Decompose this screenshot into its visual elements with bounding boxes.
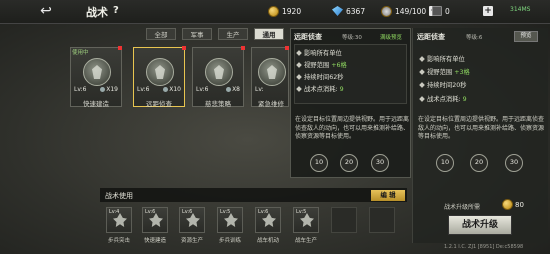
add-resource: + — [483, 4, 493, 18]
popup-tactic-name: 远距侦查 — [294, 33, 322, 41]
card-label: 快速建造 — [83, 100, 109, 108]
level-circle: 20 — [340, 154, 358, 172]
card-level: Lv: — [255, 86, 264, 93]
red-dot-icon — [118, 46, 122, 50]
empty-tactic-slot[interactable] — [331, 207, 357, 233]
gold-value: 1920 — [282, 6, 302, 16]
page-title: 战术 — [86, 6, 108, 19]
detail-level: 等级:6 — [466, 35, 483, 41]
effect-item: 视野范围 +3格 — [419, 67, 470, 76]
tab-all[interactable]: 全部 — [146, 28, 176, 40]
effect-item: 影响所有单位 — [419, 54, 465, 63]
slot-label: 快速建造 — [143, 238, 166, 244]
level-circle: 10 — [310, 154, 328, 172]
popup-status: 满级预览 — [380, 35, 403, 41]
card-level: Lv:6 — [196, 86, 209, 93]
tactic-slot[interactable]: Lv:5 — [293, 207, 319, 233]
upgrade-cost-value: 80 — [515, 200, 524, 209]
build-info: 1.2.1 I.C. ZJ1 [8951] De:c58598 — [444, 244, 524, 250]
slot-label: 步兵训练 — [218, 238, 241, 244]
fuel-value: 149/100 — [395, 6, 427, 16]
tactic-slot[interactable]: Lv:6 — [255, 207, 281, 233]
build-icon — [149, 213, 163, 227]
popup-level: 等级:30 — [342, 35, 362, 41]
diamond-value: 6367 — [346, 6, 366, 16]
card-count: X8 — [226, 86, 240, 93]
tactic-slot[interactable]: Lv:6 — [179, 207, 205, 233]
slot-label: 步兵突击 — [107, 238, 130, 244]
resource-icon — [432, 6, 442, 16]
level-circle: 30 — [371, 154, 389, 172]
diamond-icon — [332, 6, 343, 16]
popup-description: 在设定目标位置周边提供视野。用于远距离侦查敌人的动向，也可以用来推测补给路、侦察… — [295, 116, 410, 140]
tactic-slot[interactable]: Lv:5 — [217, 207, 243, 233]
red-dot-icon — [241, 46, 245, 50]
card-label: 紧急维修 — [258, 100, 284, 108]
card-level: Lv:6 — [74, 86, 87, 93]
level-circle: 10 — [436, 154, 454, 172]
slot-label: 战车生产 — [294, 238, 317, 244]
effect-item: 持续时间20秒 — [419, 80, 467, 89]
effect-item: 持续时间62秒 — [296, 72, 344, 81]
red-dot-icon — [285, 46, 289, 50]
tactic-emblem-icon — [258, 58, 286, 86]
effect-item: 战术点消耗: 9 — [296, 84, 344, 93]
network-latency: 314MS — [510, 6, 531, 13]
effect-item: 视野范围 +6格 — [296, 60, 347, 69]
in-use-badge: 使用中 — [72, 50, 89, 56]
other-value: 0 — [445, 6, 450, 16]
infantry-icon — [113, 213, 127, 227]
preview-button[interactable]: 预览 — [514, 31, 538, 42]
tactic-slot[interactable]: Lv:4 — [106, 207, 132, 233]
level-circle: 30 — [505, 154, 523, 172]
tactic-slot[interactable]: Lv:6 — [142, 207, 168, 233]
tab-general[interactable]: 通用 — [254, 28, 284, 40]
card-label: 远距侦查 — [146, 100, 172, 108]
diamond-resource: 6367 — [332, 4, 365, 18]
tank-production-icon — [300, 213, 314, 227]
fuel-icon — [381, 5, 392, 17]
upgrade-tactic-button[interactable]: 战术升级 — [448, 215, 512, 235]
effect-item: 影响所有单位 — [296, 48, 342, 57]
empty-tactic-slot[interactable] — [369, 207, 395, 233]
fuel-resource: 149/100 + — [381, 4, 440, 18]
level-circle: 20 — [470, 154, 488, 172]
detail-description: 在设定目标位置周边提供视野。用于远距离侦查敌人的动向，也可以用来推测补给路、侦察… — [418, 116, 545, 140]
gold-coin-icon — [502, 199, 513, 210]
gold-resource: 1920 — [268, 4, 301, 18]
red-dot-icon — [182, 46, 186, 50]
slot-label: 资源生产 — [180, 238, 203, 244]
upgrade-cost-label: 战术升级所需 — [444, 204, 481, 211]
infantry-training-icon — [224, 213, 238, 227]
tab-production[interactable]: 生产 — [218, 28, 248, 40]
edit-button[interactable]: 编 辑 — [371, 190, 405, 201]
tab-military[interactable]: 军事 — [182, 28, 212, 40]
slot-label: 战车机动 — [256, 238, 279, 244]
resource-production-icon — [186, 213, 200, 227]
effect-item: 战术点消耗: 9 — [419, 94, 467, 103]
tactic-emblem-icon — [146, 58, 174, 86]
tactical-use-bar — [100, 188, 407, 202]
card-label: 慈悲策略 — [205, 100, 231, 108]
help-icon[interactable]: ? — [113, 5, 119, 16]
tactic-emblem-icon — [83, 58, 111, 86]
card-count: X10 — [163, 86, 181, 93]
back-arrow-icon[interactable]: ↩ — [32, 3, 60, 19]
other-resource: 0 — [432, 4, 450, 18]
upgrade-cost: 80 — [502, 199, 524, 210]
tactic-emblem-icon — [205, 58, 233, 86]
detail-tactic-name: 远距侦查 — [417, 33, 445, 41]
card-level: Lv:6 — [137, 86, 150, 93]
tactical-use-title: 战术使用 — [105, 192, 133, 200]
add-resource-button[interactable]: + — [483, 6, 493, 16]
tank-maneuver-icon — [262, 213, 276, 227]
gold-coin-icon — [268, 5, 279, 17]
card-count: X19 — [100, 86, 118, 93]
